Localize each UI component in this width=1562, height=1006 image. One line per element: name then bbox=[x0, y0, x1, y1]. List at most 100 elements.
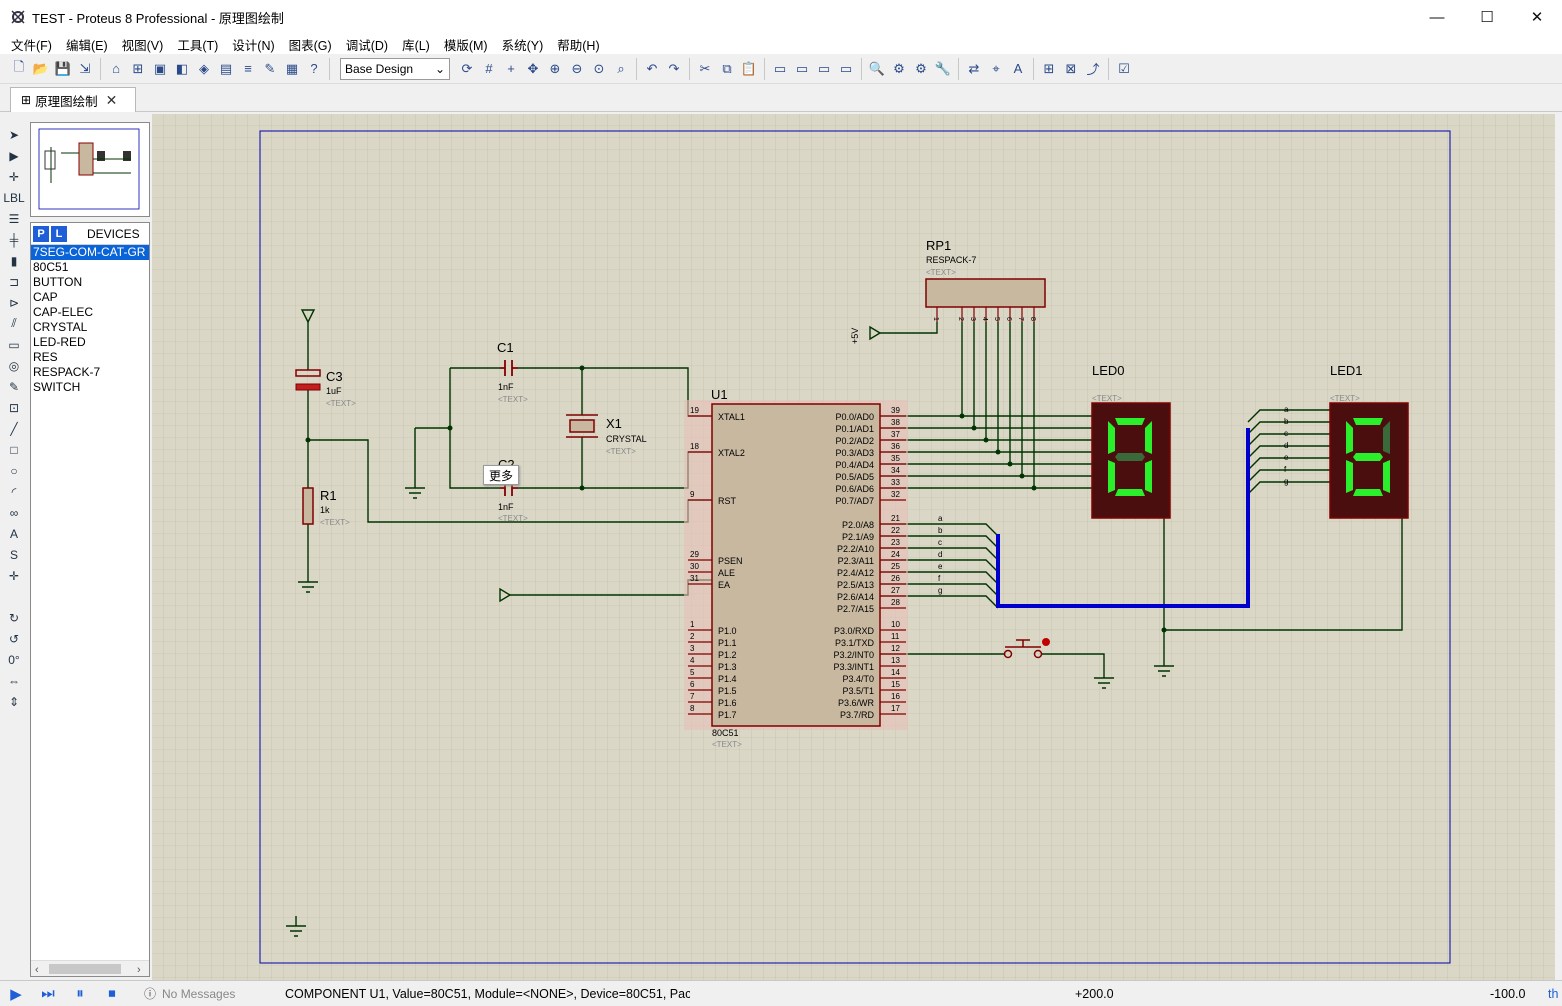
virtual-instruments-icon[interactable]: ⊡ bbox=[2, 397, 26, 418]
units-indicator[interactable]: th bbox=[1548, 987, 1558, 1001]
schematic-icon[interactable]: ⊞ bbox=[127, 58, 149, 80]
selection-mode-icon[interactable]: ➤ bbox=[2, 124, 26, 145]
rotate-ccw-icon[interactable]: ↺ bbox=[2, 628, 26, 649]
zoom-all-icon[interactable]: ⊙ bbox=[588, 58, 610, 80]
generator-icon[interactable]: ◎ bbox=[2, 355, 26, 376]
block-copy-icon[interactable]: ▭ bbox=[769, 58, 791, 80]
text-script-icon[interactable]: ☰ bbox=[2, 208, 26, 229]
graph-mode-icon[interactable]: ⫽ bbox=[2, 313, 26, 334]
device-pins-icon[interactable]: ⊳ bbox=[2, 292, 26, 313]
path-tool-icon[interactable]: ∞ bbox=[2, 502, 26, 523]
device-item-res[interactable]: RES bbox=[31, 350, 149, 365]
bom-icon[interactable]: ▤ bbox=[215, 58, 237, 80]
pause-simulation-icon[interactable]: ⏸ bbox=[64, 985, 96, 1002]
menu-system[interactable]: 系统(Y) bbox=[495, 35, 551, 54]
block-delete-icon[interactable]: ▭ bbox=[835, 58, 857, 80]
property-assign-icon[interactable]: A bbox=[1007, 58, 1029, 80]
menu-edit[interactable]: 编辑(E) bbox=[59, 35, 115, 54]
mirror-x-icon[interactable]: ⇔ bbox=[2, 670, 26, 691]
overview-window[interactable] bbox=[30, 122, 150, 217]
device-item-led-red[interactable]: LED-RED bbox=[31, 335, 149, 350]
pick-device-icon[interactable]: 🔍 bbox=[866, 58, 888, 80]
import-icon[interactable]: ⇲ bbox=[74, 58, 96, 80]
refresh-icon[interactable]: ⟳ bbox=[456, 58, 478, 80]
remove-sheet-icon[interactable]: ⊠ bbox=[1060, 58, 1082, 80]
open-folder-icon[interactable]: 📂 bbox=[30, 58, 52, 80]
messages-indicator[interactable]: ⓘ No Messages bbox=[144, 985, 235, 1002]
search-tag-icon[interactable]: ⌖ bbox=[985, 58, 1007, 80]
paste-icon[interactable]: 📋 bbox=[738, 58, 760, 80]
maximize-button[interactable]: ☐ bbox=[1462, 0, 1512, 34]
source-icon[interactable]: ≡ bbox=[237, 58, 259, 80]
origin-icon[interactable]: + bbox=[500, 58, 522, 80]
menu-design[interactable]: 设计(N) bbox=[225, 35, 281, 54]
device-item-button[interactable]: BUTTON bbox=[31, 275, 149, 290]
design-combo[interactable]: Base Design ⌄ bbox=[340, 57, 450, 80]
gerber-icon[interactable]: ◧ bbox=[171, 58, 193, 80]
zoom-out-icon[interactable]: ⊖ bbox=[566, 58, 588, 80]
symbol-tool-icon[interactable]: S bbox=[2, 544, 26, 565]
minimize-button[interactable]: — bbox=[1412, 0, 1462, 34]
menu-template[interactable]: 模版(M) bbox=[437, 35, 495, 54]
menu-help[interactable]: 帮助(H) bbox=[550, 35, 606, 54]
block-rotate-icon[interactable]: ▭ bbox=[813, 58, 835, 80]
3d-icon[interactable]: ◈ bbox=[193, 58, 215, 80]
undo-icon[interactable]: ↶ bbox=[641, 58, 663, 80]
device-item-cap-elec[interactable]: CAP-ELEC bbox=[31, 305, 149, 320]
menu-library[interactable]: 库(L) bbox=[395, 35, 437, 54]
package-tool-icon[interactable]: ⚙ bbox=[910, 58, 932, 80]
device-list-scrollbar[interactable]: ‹ › bbox=[31, 960, 149, 976]
close-tab-icon[interactable]: ✕ bbox=[106, 92, 118, 109]
canvas-vertical-scrollbar[interactable] bbox=[1555, 114, 1562, 980]
line-tool-icon[interactable]: ╱ bbox=[2, 418, 26, 439]
wire-label-icon[interactable]: LBL bbox=[2, 187, 26, 208]
rotation-angle-field[interactable]: 0° bbox=[2, 649, 26, 670]
zoom-area-icon[interactable]: ⌕ bbox=[610, 58, 632, 80]
help-icon[interactable]: ? bbox=[303, 58, 325, 80]
schematic-canvas[interactable]: +5V C3 1uF <TEXT> R1 1k <TEXT> C1 1nF <T… bbox=[152, 114, 1562, 980]
marker-tool-icon[interactable]: ✛ bbox=[2, 565, 26, 586]
report-icon[interactable]: ▦ bbox=[281, 58, 303, 80]
device-item-80c51[interactable]: 80C51 bbox=[31, 260, 149, 275]
step-simulation-icon[interactable]: ⏭ bbox=[32, 985, 64, 1002]
zoom-in-icon[interactable]: ⊕ bbox=[544, 58, 566, 80]
menu-graph[interactable]: 图表(G) bbox=[282, 35, 339, 54]
home-icon[interactable]: ⌂ bbox=[105, 58, 127, 80]
device-item-cap[interactable]: CAP bbox=[31, 290, 149, 305]
redo-icon[interactable]: ↷ bbox=[663, 58, 685, 80]
voltage-probe-icon[interactable]: ✎ bbox=[2, 376, 26, 397]
u1-80c51[interactable]: U1 80C51 <TEXT> 19XTAL118XTAL29RST29PSEN… bbox=[684, 387, 908, 749]
device-item-crystal[interactable]: CRYSTAL bbox=[31, 320, 149, 335]
library-manager-button[interactable]: L bbox=[51, 225, 67, 242]
wire-autorouter-icon[interactable]: ⇄ bbox=[963, 58, 985, 80]
bus-mode-icon[interactable]: ╪ bbox=[2, 229, 26, 250]
mirror-y-icon[interactable]: ⇕ bbox=[2, 691, 26, 712]
arc-tool-icon[interactable]: ◜ bbox=[2, 481, 26, 502]
exit-parent-icon[interactable]: ⤴ bbox=[1082, 58, 1104, 80]
grid-icon[interactable]: # bbox=[478, 58, 500, 80]
electrical-rules-icon[interactable]: ☑ bbox=[1113, 58, 1135, 80]
device-item-switch[interactable]: SWITCH bbox=[31, 380, 149, 395]
new-sheet-icon[interactable]: ⊞ bbox=[1038, 58, 1060, 80]
copy-icon[interactable]: ⧉ bbox=[716, 58, 738, 80]
pcb-icon[interactable]: ▣ bbox=[149, 58, 171, 80]
menu-debug[interactable]: 调试(D) bbox=[339, 35, 395, 54]
box-tool-icon[interactable]: □ bbox=[2, 439, 26, 460]
pick-devices-button[interactable]: P bbox=[33, 225, 49, 242]
save-icon[interactable]: 💾 bbox=[52, 58, 74, 80]
junction-dot-icon[interactable]: ✛ bbox=[2, 166, 26, 187]
menu-file[interactable]: 文件(F) bbox=[4, 35, 59, 54]
new-file-icon[interactable]: 🗋 bbox=[8, 58, 30, 80]
terminals-icon[interactable]: ⊐ bbox=[2, 271, 26, 292]
make-device-icon[interactable]: ⚙ bbox=[888, 58, 910, 80]
component-mode-icon[interactable]: ▶ bbox=[2, 145, 26, 166]
menu-tools[interactable]: 工具(T) bbox=[170, 35, 225, 54]
notes-icon[interactable]: ✎ bbox=[259, 58, 281, 80]
text-tool-icon[interactable]: A bbox=[2, 523, 26, 544]
tab-schematic[interactable]: ⊞ 原理图绘制 ✕ bbox=[10, 87, 136, 112]
run-simulation-icon[interactable]: ▶ bbox=[0, 985, 32, 1003]
subcircuit-icon[interactable]: ▮ bbox=[2, 250, 26, 271]
cut-icon[interactable]: ✂ bbox=[694, 58, 716, 80]
device-item-7seg[interactable]: 7SEG-COM-CAT-GR bbox=[31, 245, 149, 260]
circle-tool-icon[interactable]: ○ bbox=[2, 460, 26, 481]
